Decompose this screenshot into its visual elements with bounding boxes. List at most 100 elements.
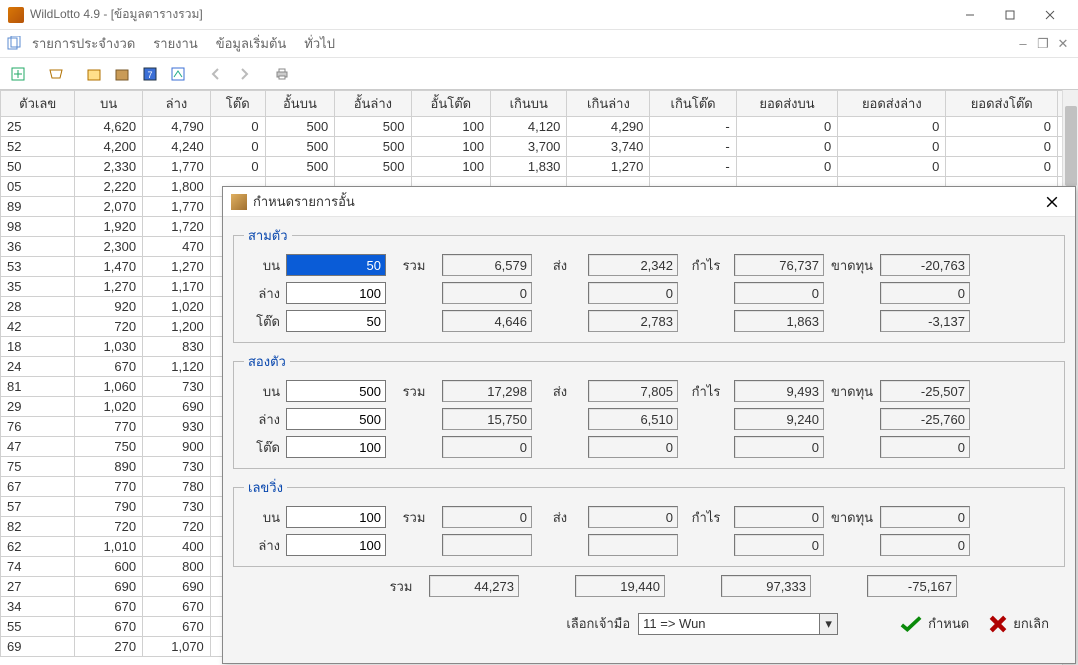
group-two-legend: สองตัว (244, 351, 290, 372)
lbl-song: ส่ง (538, 255, 582, 276)
menubar: รายการประจำงวด รายงาน ข้อมูลเริ่มต้น ทั่… (0, 30, 1078, 58)
g3-tod-ruam: 4,646 (442, 310, 532, 332)
print-button[interactable] (270, 62, 294, 86)
toolbar-btn-5[interactable]: 7 (138, 62, 162, 86)
cancel-button[interactable]: ยกเลิก (983, 611, 1055, 636)
column-header[interactable]: ยอดส่งโต๊ด (946, 91, 1058, 117)
dealer-combobox[interactable]: 11 => Wun ▾ (638, 613, 838, 635)
column-header[interactable]: อั้นโต๊ด (411, 91, 491, 117)
g2-bon-input[interactable] (286, 380, 386, 402)
g2-tod-khad: 0 (880, 436, 970, 458)
ok-label: กำหนด (928, 613, 969, 634)
sum-kamrai: 97,333 (721, 575, 811, 597)
lbl-lang: ล่าง (244, 283, 280, 304)
g3-tod-input[interactable] (286, 310, 386, 332)
sum-ruam: 44,273 (429, 575, 519, 597)
g2-lang-ruam: 15,750 (442, 408, 532, 430)
table-row[interactable]: 502,3301,77005005001001,8301,270-000 (1, 157, 1078, 177)
column-header[interactable]: ยอดส่งล่าง (838, 91, 946, 117)
g2-lang-khad: -25,760 (880, 408, 970, 430)
column-header[interactable]: ยอดส่งบน (736, 91, 838, 117)
g1-bon-song: 0 (588, 506, 678, 528)
column-header[interactable]: อั้นล่าง (335, 91, 411, 117)
table-row[interactable]: 254,6204,79005005001004,1204,290-000 (1, 117, 1078, 137)
g1-lang-khad: 0 (880, 534, 970, 556)
g1-lang-song (588, 534, 678, 556)
nav-next-button[interactable] (232, 62, 256, 86)
box-icon (231, 194, 247, 210)
lbl-kamrai: กำไร (684, 255, 728, 276)
sum-label: รวม (379, 576, 423, 597)
lbl-khad: ขาดทุน (830, 255, 874, 276)
toolbar-btn-2[interactable] (44, 62, 68, 86)
titlebar: WildLotto 4.9 - [ข้อมูลตารางรวม] (0, 0, 1078, 30)
group-run-legend: เลขวิ่ง (244, 477, 287, 498)
g2-bon-song: 7,805 (588, 380, 678, 402)
table-row[interactable]: 524,2004,24005005001003,7003,740-000 (1, 137, 1078, 157)
column-header[interactable]: ล่าง (143, 91, 211, 117)
close-button[interactable] (1030, 1, 1070, 29)
mdi-close[interactable]: ✕ (1054, 36, 1072, 52)
g1-lang-input[interactable] (286, 534, 386, 556)
dialog-footer: เลือกเจ้ามือ 11 => Wun ▾ กำหนด ยกเลิก (233, 607, 1065, 636)
g2-tod-song: 0 (588, 436, 678, 458)
column-header[interactable]: บน (75, 91, 143, 117)
g1-lang-kamrai: 0 (734, 534, 824, 556)
nav-prev-button[interactable] (204, 62, 228, 86)
g3-tod-song: 2,783 (588, 310, 678, 332)
app-icon (8, 7, 24, 23)
lbl-ruam: รวม (392, 255, 436, 276)
toolbar-btn-3[interactable] (82, 62, 106, 86)
mdi-minimize[interactable]: ‒ (1014, 36, 1032, 52)
window-title: WildLotto 4.9 - [ข้อมูลตารางรวม] (30, 5, 950, 24)
lbl-tod: โต๊ด (244, 311, 280, 332)
g3-lang-khad: 0 (880, 282, 970, 304)
mdi-doc-icon (6, 36, 22, 52)
g2-tod-kamrai: 0 (734, 436, 824, 458)
ok-button[interactable]: กำหนด (894, 611, 975, 636)
column-header[interactable]: อั้นบน (265, 91, 335, 117)
limit-dialog: กำหนดรายการอั้น สามตัว บน รวม 6,579 ส่ง … (222, 186, 1076, 664)
mdi-restore[interactable]: ❐ (1034, 36, 1052, 52)
toolbar-btn-1[interactable] (6, 62, 30, 86)
column-header[interactable]: โต๊ด (210, 91, 265, 117)
g1-bon-input[interactable] (286, 506, 386, 528)
column-header[interactable]: เกินโต๊ด (650, 91, 736, 117)
chevron-down-icon: ▾ (819, 614, 837, 634)
g2-lang-song: 6,510 (588, 408, 678, 430)
g2-tod-ruam: 0 (442, 436, 532, 458)
g3-bon-input[interactable] (286, 254, 386, 276)
column-header[interactable]: เกินล่าง (567, 91, 650, 117)
g2-lang-kamrai: 9,240 (734, 408, 824, 430)
menu-item-1[interactable]: รายงาน (145, 30, 205, 57)
toolbar-btn-4[interactable] (110, 62, 134, 86)
toolbar-btn-6[interactable] (166, 62, 190, 86)
svg-text:7: 7 (147, 70, 152, 80)
menu-item-2[interactable]: ข้อมูลเริ่มต้น (208, 30, 295, 57)
group-three-digit: สามตัว บน รวม 6,579 ส่ง 2,342 กำไร 76,73… (233, 225, 1065, 343)
g1-lang-ruam (442, 534, 532, 556)
column-header[interactable]: เกินบน (491, 91, 567, 117)
dialog-close-button[interactable] (1037, 188, 1067, 216)
g1-bon-kamrai: 0 (734, 506, 824, 528)
dialog-title: กำหนดรายการอั้น (253, 191, 1037, 212)
minimize-button[interactable] (950, 1, 990, 29)
g2-bon-khad: -25,507 (880, 380, 970, 402)
g1-bon-khad: 0 (880, 506, 970, 528)
g3-lang-kamrai: 0 (734, 282, 824, 304)
menu-item-3[interactable]: ทั่วไป (296, 30, 343, 57)
sum-khad: -75,167 (867, 575, 957, 597)
maximize-button[interactable] (990, 1, 1030, 29)
g2-bon-ruam: 17,298 (442, 380, 532, 402)
g3-tod-khad: -3,137 (880, 310, 970, 332)
group-three-legend: สามตัว (244, 225, 292, 246)
menu-item-0[interactable]: รายการประจำงวด (24, 30, 143, 57)
cancel-label: ยกเลิก (1013, 613, 1049, 634)
column-header[interactable]: ตัวเลข (1, 91, 75, 117)
g3-lang-input[interactable] (286, 282, 386, 304)
toolbar: 7 (0, 58, 1078, 90)
g1-bon-ruam: 0 (442, 506, 532, 528)
g2-lang-input[interactable] (286, 408, 386, 430)
g3-bon-ruam: 6,579 (442, 254, 532, 276)
g2-tod-input[interactable] (286, 436, 386, 458)
